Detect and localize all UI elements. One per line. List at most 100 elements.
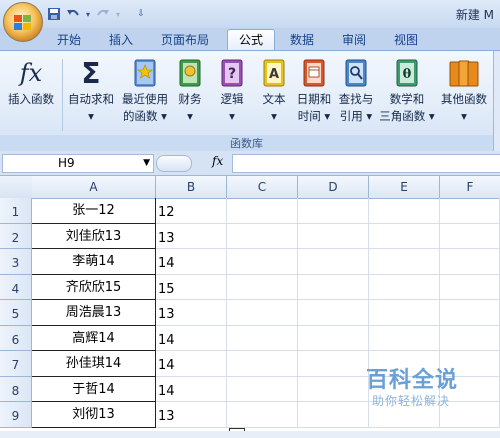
- row-header[interactable]: 2: [0, 223, 32, 249]
- cell-f[interactable]: [440, 274, 500, 300]
- cell-a[interactable]: 齐欣欣15: [32, 274, 156, 300]
- svg-text:?: ?: [228, 66, 236, 82]
- tab-page-layout[interactable]: 页面布局: [152, 30, 218, 50]
- cell-a[interactable]: 周浩晨13: [32, 300, 156, 326]
- row-header[interactable]: 6: [0, 325, 32, 351]
- ribbon-panel: fx 插入函数 Σ 自动求和 ▾ 最近使用 的函数 ▾ 财务 ▾ ? 逻辑 ▾ …: [0, 50, 500, 152]
- undo-dropdown-icon[interactable]: ▾: [84, 6, 92, 22]
- cell-e[interactable]: [369, 249, 440, 275]
- cell-d[interactable]: [298, 198, 369, 224]
- lookup-book-icon: [340, 57, 372, 89]
- row-header[interactable]: 8: [0, 376, 32, 402]
- watermark: 百科全说 助你轻松解决: [352, 362, 492, 412]
- insert-function-fx-icon[interactable]: fx: [212, 154, 223, 168]
- window-title: 新建 M: [455, 8, 494, 22]
- autosum-button[interactable]: Σ 自动求和 ▾: [64, 57, 118, 125]
- cell-a[interactable]: 张一12: [32, 198, 156, 224]
- cell-e[interactable]: [369, 198, 440, 224]
- office-button[interactable]: [3, 2, 43, 42]
- recently-used-button[interactable]: 最近使用 的函数 ▾: [118, 57, 172, 125]
- financial-button[interactable]: 财务 ▾: [172, 57, 208, 125]
- undo-icon[interactable]: [65, 6, 81, 22]
- cell-e[interactable]: [369, 300, 440, 326]
- row-header[interactable]: 9: [0, 402, 32, 428]
- cell-f[interactable]: [440, 300, 500, 326]
- cell-a[interactable]: 刘佳欣13: [32, 223, 156, 249]
- name-box-dropdown-icon[interactable]: ▼: [143, 155, 150, 172]
- more-functions-button[interactable]: 其他函数 ▾: [438, 57, 490, 125]
- tab-review[interactable]: 审阅: [333, 30, 375, 50]
- column-header-c[interactable]: C: [227, 176, 298, 199]
- cell-a[interactable]: 高辉14: [32, 325, 156, 351]
- cell-f[interactable]: [440, 325, 500, 351]
- tab-data[interactable]: 数据: [281, 30, 323, 50]
- cell-a[interactable]: 刘彻13: [32, 402, 156, 428]
- column-header-a[interactable]: A: [32, 176, 156, 199]
- cell-f[interactable]: [440, 198, 500, 224]
- fx-icon: fx: [19, 58, 43, 87]
- cell-c[interactable]: [227, 325, 298, 351]
- row-header[interactable]: 5: [0, 300, 32, 326]
- row-header[interactable]: 7: [0, 351, 32, 377]
- logical-button[interactable]: ? 逻辑 ▾: [214, 57, 250, 125]
- cell-a[interactable]: 孙佳琪14: [32, 351, 156, 377]
- cell-e[interactable]: [369, 325, 440, 351]
- cell-a[interactable]: 李萌14: [32, 249, 156, 275]
- redo-icon[interactable]: [95, 6, 111, 22]
- cell-f[interactable]: [440, 223, 500, 249]
- text-functions-button[interactable]: A 文本 ▾: [256, 57, 292, 125]
- customize-toolbar-icon[interactable]: ⇩: [133, 6, 149, 22]
- row-header[interactable]: 4: [0, 274, 32, 300]
- cell-e[interactable]: [369, 274, 440, 300]
- insert-function-button[interactable]: fx 插入函数: [4, 57, 58, 108]
- cell-c[interactable]: [227, 351, 298, 377]
- cell-b[interactable]: 14: [156, 351, 227, 377]
- cell-d[interactable]: [298, 223, 369, 249]
- cell-c[interactable]: [227, 223, 298, 249]
- cell-c[interactable]: [227, 198, 298, 224]
- tab-formulas[interactable]: 公式: [227, 29, 275, 51]
- cell-b[interactable]: 14: [156, 376, 227, 402]
- logic-book-icon: ?: [216, 57, 248, 89]
- cell-d[interactable]: [298, 274, 369, 300]
- sigma-icon: Σ: [81, 56, 101, 90]
- redo-dropdown-icon[interactable]: ▾: [114, 6, 122, 22]
- math-trig-button[interactable]: θ 数学和 三角函数 ▾: [378, 57, 436, 125]
- row-header[interactable]: 3: [0, 249, 32, 275]
- cell-b[interactable]: 12: [156, 198, 227, 224]
- column-header-b[interactable]: B: [156, 176, 227, 199]
- cell-c[interactable]: [227, 376, 298, 402]
- cell-b[interactable]: 13: [156, 300, 227, 326]
- tab-insert[interactable]: 插入: [100, 30, 142, 50]
- date-time-button[interactable]: 日期和 时间 ▾: [294, 57, 334, 125]
- tab-home[interactable]: 开始: [48, 30, 90, 50]
- name-box[interactable]: H9 ▼: [2, 154, 154, 173]
- cell-c[interactable]: [227, 402, 298, 428]
- cell-b[interactable]: 15: [156, 274, 227, 300]
- select-all-corner[interactable]: [0, 176, 33, 199]
- formula-controls: fx: [156, 154, 230, 172]
- cell-e[interactable]: [369, 223, 440, 249]
- cell-f[interactable]: [440, 249, 500, 275]
- column-header-d[interactable]: D: [298, 176, 369, 199]
- formula-input[interactable]: [232, 154, 500, 173]
- star-book-icon: [129, 57, 161, 89]
- formula-bar-expand-icon[interactable]: [156, 155, 192, 172]
- cell-b[interactable]: 13: [156, 223, 227, 249]
- cell-c[interactable]: [227, 274, 298, 300]
- cell-b[interactable]: 14: [156, 325, 227, 351]
- column-header-f[interactable]: F: [440, 176, 500, 199]
- column-header-e[interactable]: E: [369, 176, 440, 199]
- tab-view[interactable]: 视图: [385, 30, 427, 50]
- cell-c[interactable]: [227, 249, 298, 275]
- row-header[interactable]: 1: [0, 198, 32, 224]
- cell-d[interactable]: [298, 325, 369, 351]
- cell-b[interactable]: 14: [156, 249, 227, 275]
- cell-b[interactable]: 13: [156, 402, 227, 428]
- lookup-reference-button[interactable]: 查找与 引用 ▾: [336, 57, 376, 125]
- cell-a[interactable]: 于哲14: [32, 376, 156, 402]
- save-icon[interactable]: [46, 6, 62, 22]
- cell-d[interactable]: [298, 300, 369, 326]
- cell-d[interactable]: [298, 249, 369, 275]
- cell-c[interactable]: [227, 300, 298, 326]
